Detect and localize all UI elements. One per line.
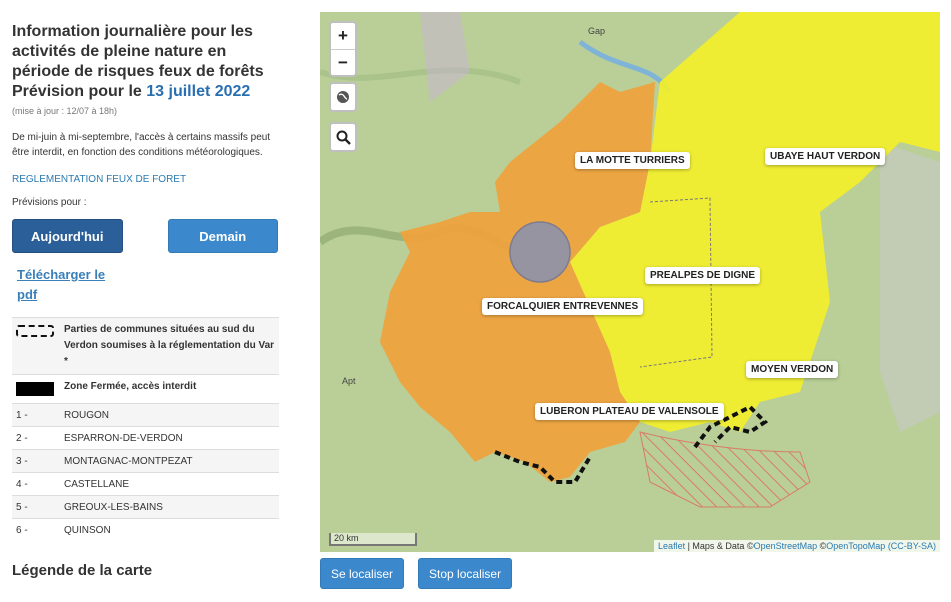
legend-table: Parties de communes situées au sud du Ve…	[12, 317, 279, 403]
intro-text: De mi-juin à mi-septembre, l'accès à cer…	[12, 132, 271, 158]
commune-number: 5 -	[12, 495, 60, 519]
openstreetmap-link[interactable]: OpenStreetMap	[754, 541, 818, 551]
forecast-label: Prévisions pour :	[12, 197, 87, 208]
table-row: 1 - ROUGON	[12, 403, 279, 427]
day-buttons: Aujourd'hui Demain	[12, 219, 278, 253]
legend-text: Zone Fermée, accès interdit	[60, 374, 279, 403]
sidebar: Information journalière pour les activit…	[0, 0, 290, 602]
layers-control	[329, 82, 357, 112]
zone-label-prealpes-de-digne[interactable]: PREALPES DE DIGNE	[645, 267, 761, 284]
title-line: période de risques feux de forêts	[12, 63, 264, 80]
legend-symbol-cell	[12, 317, 60, 375]
commune-name: ROUGON	[60, 403, 279, 427]
commune-number: 1 -	[12, 403, 60, 427]
communes-table: 1 - ROUGON 2 - ESPARRON-DE-VERDON 3 - MONTA…	[12, 403, 279, 542]
zone-label-moyen-verdon[interactable]: MOYEN VERDON	[746, 361, 839, 378]
zoom-in-button[interactable]: +	[331, 23, 355, 49]
zone-label-la-motte-turriers[interactable]: LA MOTTE TURRIERS	[575, 152, 690, 169]
forecast-date: 13 juillet 2022	[146, 83, 251, 100]
search-icon[interactable]	[331, 124, 355, 150]
table-row: 5 - GREOUX-LES-BAINS	[12, 495, 279, 519]
scale-bar: 20 km	[329, 533, 417, 546]
search-control	[329, 122, 357, 152]
zone-label-forcalquier-entrevennes[interactable]: FORCALQUIER ENTREVENNES	[482, 298, 644, 315]
commune-name: CASTELLANE	[60, 472, 279, 496]
legend-text: Parties de communes situées au sud du Ve…	[60, 317, 279, 375]
title-line: activités de pleine nature en	[12, 43, 227, 60]
attribution-text: ©	[817, 541, 827, 551]
black-fill-symbol	[16, 382, 54, 396]
location-circle	[509, 221, 571, 283]
table-row: 2 - ESPARRON-DE-VERDON	[12, 426, 279, 450]
globe-icon[interactable]	[331, 84, 355, 110]
place-gap: Gap	[588, 26, 606, 36]
page-title: Information journalière pour les activit…	[12, 22, 278, 102]
commune-name: GREOUX-LES-BAINS	[60, 495, 279, 519]
opentopomap-link[interactable]: OpenTopoMap	[826, 541, 885, 551]
table-row: 3 - MONTAGNAC-MONTPEZAT	[12, 449, 279, 473]
location-buttons: Se localiser Stop localiser	[320, 558, 513, 589]
zoom-out-button[interactable]: −	[331, 49, 355, 75]
zone-label-luberon-plateau-de-valensole[interactable]: LUBERON PLATEAU DE VALENSOLE	[535, 403, 724, 420]
dashed-outline-symbol	[16, 325, 54, 337]
license-link[interactable]: (CC-BY-SA)	[885, 541, 936, 551]
title-line: Information journalière pour les	[12, 23, 253, 40]
leaflet-link[interactable]: Leaflet	[658, 541, 685, 551]
legend-row: Zone Fermée, accès interdit	[12, 374, 279, 403]
mountain-relief	[880, 142, 940, 432]
zone-label-ubaye-haut-verdon[interactable]: UBAYE HAUT VERDON	[765, 148, 886, 165]
today-button[interactable]: Aujourd'hui	[12, 219, 123, 253]
attribution-text: | Maps & Data ©	[685, 541, 754, 551]
map-canvas[interactable]	[320, 12, 940, 552]
map-attribution: Leaflet | Maps & Data ©OpenStreetMap ©Op…	[654, 540, 940, 552]
commune-number: 2 -	[12, 426, 60, 450]
table-row: 4 - CASTELLANE	[12, 472, 279, 496]
download-pdf-link[interactable]: Télécharger le pdf	[17, 265, 117, 305]
forecast-line: Prévision pour le 13 juillet 2022	[12, 82, 278, 102]
tomorrow-button[interactable]: Demain	[167, 219, 278, 253]
legend-row: Parties de communes situées au sud du Ve…	[12, 317, 279, 375]
regulation-link[interactable]: REGLEMENTATION FEUX DE FORET	[12, 174, 278, 185]
zoom-control: + −	[329, 21, 357, 77]
commune-name: ESPARRON-DE-VERDON	[60, 426, 279, 450]
legend-symbol-cell	[12, 374, 60, 403]
locate-button[interactable]: Se localiser	[320, 558, 405, 589]
map[interactable]: Gap Apt LA MOTTE TURRIERS UBAYE HAUT VER…	[320, 12, 940, 552]
table-row: 6 - QUINSON	[12, 518, 279, 542]
commune-number: 3 -	[12, 449, 60, 473]
map-legend-title: Légende de la carte	[12, 561, 153, 579]
stop-locate-button[interactable]: Stop localiser	[418, 558, 513, 589]
commune-number: 6 -	[12, 518, 60, 542]
commune-number: 4 -	[12, 472, 60, 496]
update-timestamp: (mise à jour : 12/07 à 18h)	[12, 106, 118, 116]
commune-name: MONTAGNAC-MONTPEZAT	[60, 449, 279, 473]
place-apt: Apt	[342, 376, 356, 386]
forecast-prefix: Prévision pour le	[12, 83, 142, 100]
commune-name: QUINSON	[60, 518, 279, 542]
